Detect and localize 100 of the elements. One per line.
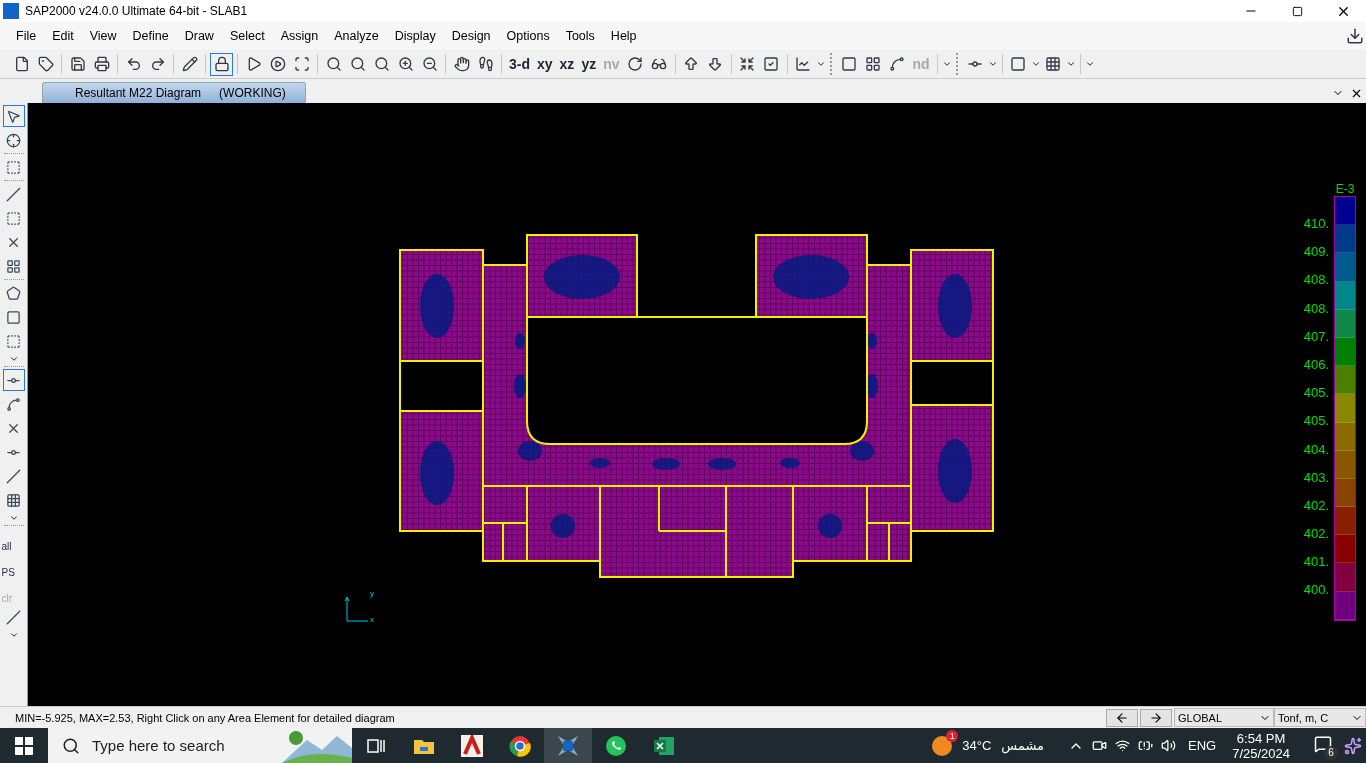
landscape-illustration [282,728,352,763]
chat-icon [605,734,627,757]
legend-label: 402. [1303,525,1329,544]
line-icon [6,186,21,202]
dropdown-caret-icon[interactable] [1065,59,1076,69]
undo-icon [125,56,142,72]
square-icon [6,309,21,325]
dropdown-caret-icon[interactable] [8,513,19,523]
document-tab[interactable]: Resultant M22 Diagram (WORKING) [42,82,306,103]
menu-item[interactable]: Design [443,24,499,48]
window-scan-icon [293,56,310,72]
download-icon [1345,27,1364,45]
notification-count: 6 [1324,746,1338,760]
zoom-out-icon [421,56,438,72]
axis-drawing [344,596,369,622]
square-icon [1010,56,1027,72]
select-button[interactable]: all [1,528,26,552]
dashed-square-icon [6,333,21,349]
select-button[interactable]: PS [1,554,26,578]
rotate-icon [627,56,643,72]
dropdown-caret-icon[interactable] [941,59,952,69]
tag-icon [37,56,54,72]
save-icon [69,56,86,72]
axis-label: y [370,589,374,598]
search-field[interactable]: Type here to search [48,728,352,763]
window-title: SAP2000 v24.0.0 Ultimate 64-bit - SLAB1 [25,4,249,18]
clock-date: 7/25/2024 [1232,745,1290,761]
menu-item[interactable]: File [8,24,45,48]
menu-item[interactable]: Analyze [326,24,387,48]
legend-label: 410. [1303,215,1329,233]
polygon-icon [6,285,21,301]
previous-button[interactable] [1106,708,1138,727]
grid-icon [1045,56,1062,72]
dropdown-caret-icon[interactable] [1084,59,1095,69]
weather-badge: 1 [946,729,959,742]
browser-icon [509,734,531,757]
wifi-icon [1115,738,1130,753]
clock-time: 6:54 PM [1236,730,1286,746]
pointer-button[interactable] [2,105,25,127]
redo-icon [149,56,166,72]
status-message: MIN=-5.925, MAX=2.53, Right Click on any Area Element for detailed diagram [14,711,396,724]
search-icon [62,736,80,755]
menu-item[interactable]: Select [221,24,273,48]
dashed-point-icon [6,159,21,175]
menu-item[interactable]: Display [386,24,444,48]
legend-label: 407. [1303,327,1329,346]
dropdown-caret-icon[interactable] [1030,59,1041,69]
temperature: 34°C [962,738,992,753]
zoom-in-icon [397,56,414,72]
zoom-previous-icon [373,56,390,72]
weather-condition: مشمس [1001,738,1044,753]
legend-label: 408. [1303,271,1329,290]
camera-icon [1092,738,1107,753]
new-file-icon [13,56,30,72]
checkbox-icon [763,56,779,72]
view-button[interactable]: xy [534,52,556,76]
snap-point-button[interactable] [2,369,25,391]
menu-item[interactable]: Tools [557,24,603,48]
language-indicator[interactable]: ENG [1188,738,1217,753]
legend-label: 409. [1303,243,1329,262]
app-logo-icon [3,3,19,19]
axis-label: x [370,615,374,624]
legend-label: 405. [1303,412,1329,431]
legend-label: 403. [1303,468,1329,487]
pointer-icon [6,108,21,124]
dropdown-caret-icon[interactable] [987,59,998,69]
dropdown-caret-icon[interactable] [8,630,19,640]
task-view-icon [367,737,385,754]
legend-label: 402. [1303,496,1329,515]
menu-item[interactable]: Help [602,24,645,48]
menu-item[interactable]: Edit [44,24,82,48]
dropdown-caret-icon[interactable] [8,354,19,364]
menu-item[interactable]: Assign [272,24,327,48]
view-button[interactable]: 3-d [506,52,533,76]
dropdown-caret-icon[interactable] [815,59,826,69]
legend-label: 400. [1303,581,1329,600]
next-button[interactable] [1140,708,1172,727]
menu-item[interactable]: Draw [176,24,222,48]
view-button[interactable]: yz [578,52,600,76]
legend-label: 404. [1303,440,1329,459]
zoom-icon [349,56,366,72]
snap-grid-icon [6,492,21,508]
windows-logo-icon [15,736,33,755]
footprints-icon [477,56,494,72]
pencil-icon [181,56,198,72]
units-select[interactable]: Tonf, m, C [1274,708,1366,727]
menu-item[interactable]: View [81,24,125,48]
coordinate-system-select[interactable]: GLOBAL [1174,708,1274,727]
legend-label: 408. [1303,299,1329,318]
lock-icon [213,56,230,72]
battery-icon [1138,738,1153,753]
glasses-icon [651,56,667,72]
view-button[interactable]: xz [556,52,578,76]
legend-label: 406. [1303,355,1329,374]
lock-button[interactable] [210,52,233,76]
menu-item[interactable]: Define [124,24,177,48]
zoom-window-icon [325,56,342,72]
shrink-icon [739,56,755,72]
menu-item[interactable]: Options [498,24,558,48]
arrow-down-icon [707,56,723,72]
